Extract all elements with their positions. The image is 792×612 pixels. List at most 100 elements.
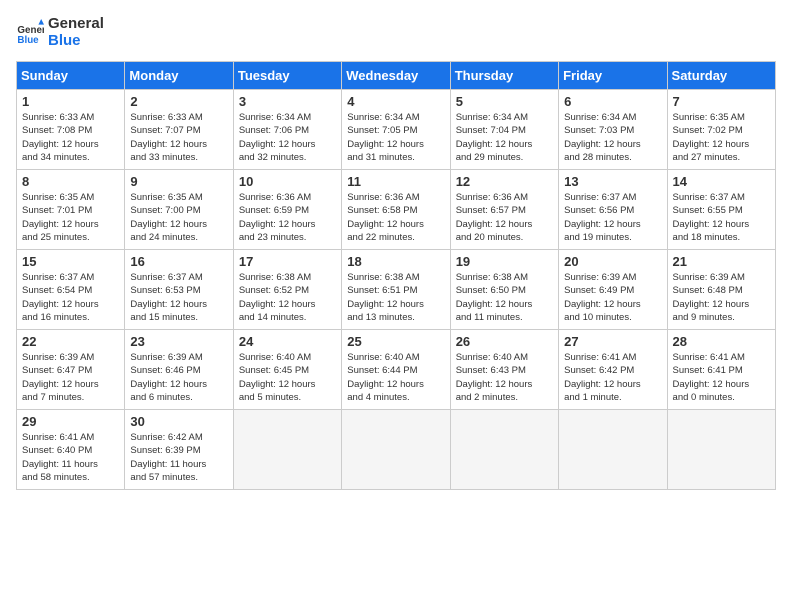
day-number: 21 [673,254,770,269]
calendar-cell: 15 Sunrise: 6:37 AMSunset: 6:54 PMDayligh… [17,250,125,330]
logo-general: General [48,16,104,33]
day-detail: Sunrise: 6:34 AMSunset: 7:05 PMDaylight:… [347,111,444,164]
day-number: 28 [673,334,770,349]
day-detail: Sunrise: 6:37 AMSunset: 6:55 PMDaylight:… [673,191,770,244]
day-detail: Sunrise: 6:36 AMSunset: 6:57 PMDaylight:… [456,191,553,244]
calendar-cell: 23 Sunrise: 6:39 AMSunset: 6:46 PMDayligh… [125,330,233,410]
day-number: 19 [456,254,553,269]
calendar-table: SundayMondayTuesdayWednesdayThursdayFrid… [16,61,776,490]
calendar-cell: 2Sunrise: 6:33 AMSunset: 7:07 PMDaylight… [125,90,233,170]
day-detail: Sunrise: 6:40 AMSunset: 6:44 PMDaylight:… [347,351,444,404]
day-number: 12 [456,174,553,189]
day-detail: Sunrise: 6:34 AMSunset: 7:06 PMDaylight:… [239,111,336,164]
calendar-cell: 24 Sunrise: 6:40 AMSunset: 6:45 PMDayligh… [233,330,341,410]
day-number: 3 [239,94,336,109]
weekday-header-wednesday: Wednesday [342,62,450,90]
day-detail: Sunrise: 6:36 AMSunset: 6:58 PMDaylight:… [347,191,444,244]
day-detail: Sunrise: 6:39 AMSunset: 6:46 PMDaylight:… [130,351,227,404]
day-number: 23 [130,334,227,349]
calendar-cell: 7 Sunrise: 6:35 AMSunset: 7:02 PMDaylight… [667,90,775,170]
calendar-cell: 11 Sunrise: 6:36 AMSunset: 6:58 PMDayligh… [342,170,450,250]
day-number: 14 [673,174,770,189]
calendar-week-2: 8 Sunrise: 6:35 AMSunset: 7:01 PMDaylight… [17,170,776,250]
calendar-week-1: 1 Sunrise: 6:33 AMSunset: 7:08 PMDaylight… [17,90,776,170]
day-number: 1 [22,94,119,109]
calendar-cell: 6 Sunrise: 6:34 AMSunset: 7:03 PMDaylight… [559,90,667,170]
calendar-cell: 14 Sunrise: 6:37 AMSunset: 6:55 PMDayligh… [667,170,775,250]
day-number: 4 [347,94,444,109]
calendar-cell: 17Sunrise: 6:38 AMSunset: 6:52 PMDayligh… [233,250,341,330]
calendar-cell: 10 Sunrise: 6:36 AMSunset: 6:59 PMDayligh… [233,170,341,250]
day-number: 15 [22,254,119,269]
day-number: 24 [239,334,336,349]
day-detail: Sunrise: 6:39 AMSunset: 6:48 PMDaylight:… [673,271,770,324]
logo-blue: Blue [48,33,104,50]
day-number: 17 [239,254,336,269]
day-detail: Sunrise: 6:40 AMSunset: 6:45 PMDaylight:… [239,351,336,404]
day-number: 20 [564,254,661,269]
calendar-cell [342,410,450,490]
day-detail: Sunrise: 6:34 AMSunset: 7:04 PMDaylight:… [456,111,553,164]
day-detail: Sunrise: 6:37 AMSunset: 6:53 PMDaylight:… [130,271,227,324]
day-detail: Sunrise: 6:33 AMSunset: 7:08 PMDaylight:… [22,111,119,164]
calendar-cell: 12 Sunrise: 6:36 AMSunset: 6:57 PMDayligh… [450,170,558,250]
day-number: 10 [239,174,336,189]
calendar-cell: 4 Sunrise: 6:34 AMSunset: 7:05 PMDaylight… [342,90,450,170]
day-detail: Sunrise: 6:36 AMSunset: 6:59 PMDaylight:… [239,191,336,244]
weekday-header-monday: Monday [125,62,233,90]
calendar-week-4: 22Sunrise: 6:39 AMSunset: 6:47 PMDayligh… [17,330,776,410]
weekday-header-saturday: Saturday [667,62,775,90]
day-number: 6 [564,94,661,109]
calendar-cell: 25 Sunrise: 6:40 AMSunset: 6:44 PMDayligh… [342,330,450,410]
calendar-cell: 27Sunrise: 6:41 AMSunset: 6:42 PMDayligh… [559,330,667,410]
day-number: 7 [673,94,770,109]
day-number: 2 [130,94,227,109]
calendar-cell: 5 Sunrise: 6:34 AMSunset: 7:04 PMDaylight… [450,90,558,170]
calendar-cell: 3 Sunrise: 6:34 AMSunset: 7:06 PMDaylight… [233,90,341,170]
day-detail: Sunrise: 6:37 AMSunset: 6:54 PMDaylight:… [22,271,119,324]
calendar-cell: 20 Sunrise: 6:39 AMSunset: 6:49 PMDayligh… [559,250,667,330]
calendar-cell: 9Sunrise: 6:35 AMSunset: 7:00 PMDaylight… [125,170,233,250]
calendar-cell: 30Sunrise: 6:42 AMSunset: 6:39 PMDayligh… [125,410,233,490]
calendar-cell: 28 Sunrise: 6:41 AMSunset: 6:41 PMDayligh… [667,330,775,410]
day-detail: Sunrise: 6:35 AMSunset: 7:00 PMDaylight:… [130,191,227,244]
weekday-header-friday: Friday [559,62,667,90]
calendar-cell [667,410,775,490]
day-detail: Sunrise: 6:34 AMSunset: 7:03 PMDaylight:… [564,111,661,164]
day-number: 13 [564,174,661,189]
calendar-cell [233,410,341,490]
day-detail: Sunrise: 6:35 AMSunset: 7:02 PMDaylight:… [673,111,770,164]
weekday-header-thursday: Thursday [450,62,558,90]
day-detail: Sunrise: 6:41 AMSunset: 6:42 PMDaylight:… [564,351,661,404]
day-number: 29 [22,414,119,429]
day-number: 8 [22,174,119,189]
day-number: 25 [347,334,444,349]
calendar-cell: 16Sunrise: 6:37 AMSunset: 6:53 PMDayligh… [125,250,233,330]
day-number: 11 [347,174,444,189]
day-detail: Sunrise: 6:40 AMSunset: 6:43 PMDaylight:… [456,351,553,404]
day-detail: Sunrise: 6:41 AMSunset: 6:41 PMDaylight:… [673,351,770,404]
calendar-cell: 13 Sunrise: 6:37 AMSunset: 6:56 PMDayligh… [559,170,667,250]
day-detail: Sunrise: 6:38 AMSunset: 6:50 PMDaylight:… [456,271,553,324]
day-detail: Sunrise: 6:38 AMSunset: 6:51 PMDaylight:… [347,271,444,324]
day-detail: Sunrise: 6:37 AMSunset: 6:56 PMDaylight:… [564,191,661,244]
calendar-cell: 18Sunrise: 6:38 AMSunset: 6:51 PMDayligh… [342,250,450,330]
calendar-cell: 1 Sunrise: 6:33 AMSunset: 7:08 PMDaylight… [17,90,125,170]
calendar-cell: 29 Sunrise: 6:41 AMSunset: 6:40 PMDayligh… [17,410,125,490]
calendar-week-5: 29 Sunrise: 6:41 AMSunset: 6:40 PMDayligh… [17,410,776,490]
calendar-cell: 22Sunrise: 6:39 AMSunset: 6:47 PMDayligh… [17,330,125,410]
day-detail: Sunrise: 6:39 AMSunset: 6:47 PMDaylight:… [22,351,119,404]
day-detail: Sunrise: 6:42 AMSunset: 6:39 PMDaylight:… [130,431,227,484]
logo-icon: General Blue [16,19,44,47]
day-detail: Sunrise: 6:35 AMSunset: 7:01 PMDaylight:… [22,191,119,244]
calendar-cell: 26 Sunrise: 6:40 AMSunset: 6:43 PMDayligh… [450,330,558,410]
day-number: 5 [456,94,553,109]
calendar-cell: 8 Sunrise: 6:35 AMSunset: 7:01 PMDaylight… [17,170,125,250]
calendar-cell: 19 Sunrise: 6:38 AMSunset: 6:50 PMDayligh… [450,250,558,330]
day-number: 26 [456,334,553,349]
logo: General Blue General Blue [16,16,104,49]
svg-text:Blue: Blue [17,34,39,45]
day-detail: Sunrise: 6:39 AMSunset: 6:49 PMDaylight:… [564,271,661,324]
day-detail: Sunrise: 6:41 AMSunset: 6:40 PMDaylight:… [22,431,119,484]
page-header: General Blue General Blue [16,16,776,49]
